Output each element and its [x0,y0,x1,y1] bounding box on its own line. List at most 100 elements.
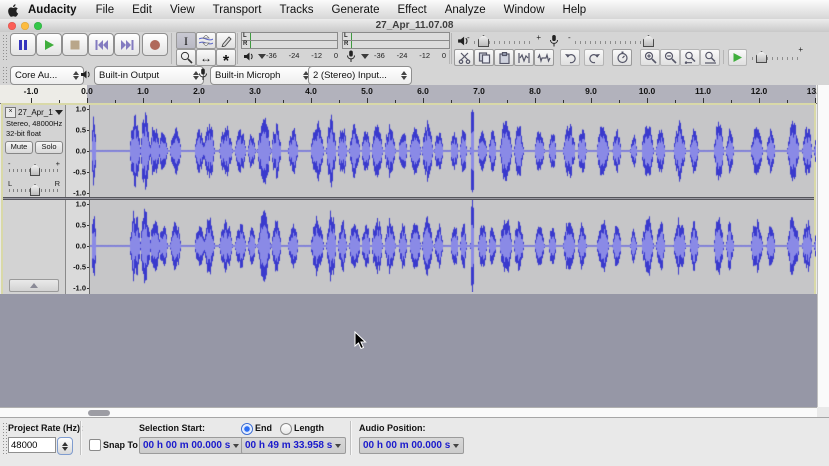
selection-start-time[interactable]: 00 h 00 m 00.000 s [139,437,244,454]
track-menu-icon[interactable] [55,110,63,115]
meter-zero-mark [250,33,251,40]
audio-host-dropdown[interactable]: Core Au... [10,66,84,85]
play-button[interactable] [36,33,62,56]
vertical-scrollbar[interactable] [817,85,829,407]
multi-tool-button[interactable]: * [216,49,236,66]
pan-slider[interactable]: L R [9,182,59,194]
silence-icon [537,52,551,64]
vruler-tick [87,109,89,110]
play-at-speed-button[interactable] [728,49,747,66]
playback-meter-right[interactable]: R [241,40,338,49]
transport-toolbar-grip[interactable] [2,34,7,62]
menu-item-tracks[interactable]: Tracks [270,4,322,16]
envelope-tool-button[interactable] [196,32,216,49]
menu-item-analyze[interactable]: Analyze [436,4,495,16]
zoom-in-button[interactable] [640,49,660,66]
output-volume-slider-thumb[interactable] [478,35,489,47]
microphone-icon[interactable] [346,50,356,63]
menu-item-effect[interactable]: Effect [388,4,435,16]
sync-lock-button[interactable] [612,49,632,66]
skip-to-end-button[interactable] [114,33,140,56]
menu-item-generate[interactable]: Generate [323,4,389,16]
record-button[interactable] [142,33,168,56]
project-rate-stepper[interactable] [57,437,73,455]
vruler-tick [87,130,89,131]
input-device-dropdown[interactable]: Built-in Microph [210,66,314,85]
solo-button[interactable]: Solo [35,141,63,154]
silence-audio-button[interactable] [534,49,554,66]
length-radio[interactable] [280,423,292,435]
time-format-dropdown-icon [453,444,459,448]
window-title-bar[interactable]: 27_Apr_11.07.08 [0,19,829,33]
track-name[interactable]: 27_Apr_11. [18,108,53,117]
fit-selection-button[interactable] [680,49,700,66]
playback-speed-slider[interactable]: + [752,51,800,61]
waveform-channel-right[interactable] [90,200,816,292]
empty-workspace[interactable] [0,294,817,407]
output-device-dropdown[interactable]: Built-in Output [94,66,204,85]
draw-tool-button[interactable] [216,32,236,49]
menu-item-audacity[interactable]: Audacity [26,4,87,16]
project-rate-input[interactable] [8,437,56,453]
device-toolbar-grip[interactable] [2,66,7,83]
input-channels-dropdown[interactable]: 2 (Stereo) Input... [308,66,412,85]
magnifier-icon [180,51,193,64]
skip-to-end-icon [120,39,135,51]
pan-slider-thumb[interactable] [30,184,40,196]
timeline-ruler[interactable]: -1.00.01.02.03.04.05.06.07.08.09.010.011… [0,85,829,104]
selection-toolbar-grip[interactable] [2,422,7,454]
menu-item-window[interactable]: Window [495,4,554,16]
trim-audio-button[interactable] [514,49,534,66]
undo-button[interactable] [560,49,580,66]
copy-button[interactable] [474,49,494,66]
paste-button[interactable] [494,49,514,66]
input-volume-slider[interactable]: - [575,35,655,45]
input-volume-slider-thumb[interactable] [643,35,654,47]
track-collapse-button[interactable] [9,279,59,292]
skip-to-start-button[interactable] [88,33,114,56]
zoom-out-button[interactable] [660,49,680,66]
length-radio-label[interactable]: Length [294,423,324,433]
mute-button[interactable]: Mute [5,141,33,154]
horizontal-scrollbar-thumb[interactable] [88,410,110,416]
end-radio-label[interactable]: End [255,423,272,433]
zoom-tool-button[interactable] [176,49,196,66]
stop-button[interactable] [62,33,88,56]
playback-speed-slider-thumb[interactable] [756,51,767,63]
time-shift-tool-button[interactable]: ↔ [196,49,216,66]
apple-menu-icon[interactable] [0,2,26,17]
gain-slider[interactable]: - + [9,162,59,174]
recording-meter-right[interactable]: R [342,40,450,49]
record-icon [149,39,161,51]
pause-button[interactable] [10,33,36,56]
redo-button[interactable] [584,49,604,66]
snap-to-checkbox[interactable] [89,439,101,451]
playback-meter-dropdown-icon[interactable] [258,54,266,59]
speaker-icon[interactable] [243,51,254,62]
audio-position-time[interactable]: 00 h 00 m 00.000 s [359,437,464,454]
selection-tool-button[interactable]: I [176,32,196,49]
menu-item-help[interactable]: Help [554,4,596,16]
waveform-channel-left[interactable] [90,105,816,197]
plus-label: + [536,33,541,42]
gain-slider-thumb[interactable] [30,164,40,176]
output-volume-slider[interactable]: - + [474,35,532,45]
vruler-label: 1.0 [76,105,86,114]
dropdown-arrows-icon [73,71,79,80]
vruler-label: 0.5 [76,126,86,135]
left-right-arrow-icon: ↔ [200,52,212,64]
menu-item-transport[interactable]: Transport [204,4,271,16]
play-at-speed-icon [732,52,743,63]
track-close-button[interactable]: × [5,107,16,118]
vruler-tick [87,204,89,205]
fit-project-button[interactable] [700,49,720,66]
menu-item-file[interactable]: File [87,4,124,16]
meter-zero-mark [250,41,251,48]
menu-item-edit[interactable]: Edit [123,4,161,16]
end-radio[interactable] [241,423,253,435]
cut-button[interactable] [454,49,474,66]
timeline-label: 1.0 [128,86,158,96]
menu-item-view[interactable]: View [161,4,204,16]
selection-end-time[interactable]: 00 h 49 m 33.958 s [241,437,346,454]
recording-meter-dropdown-icon[interactable] [361,54,369,59]
